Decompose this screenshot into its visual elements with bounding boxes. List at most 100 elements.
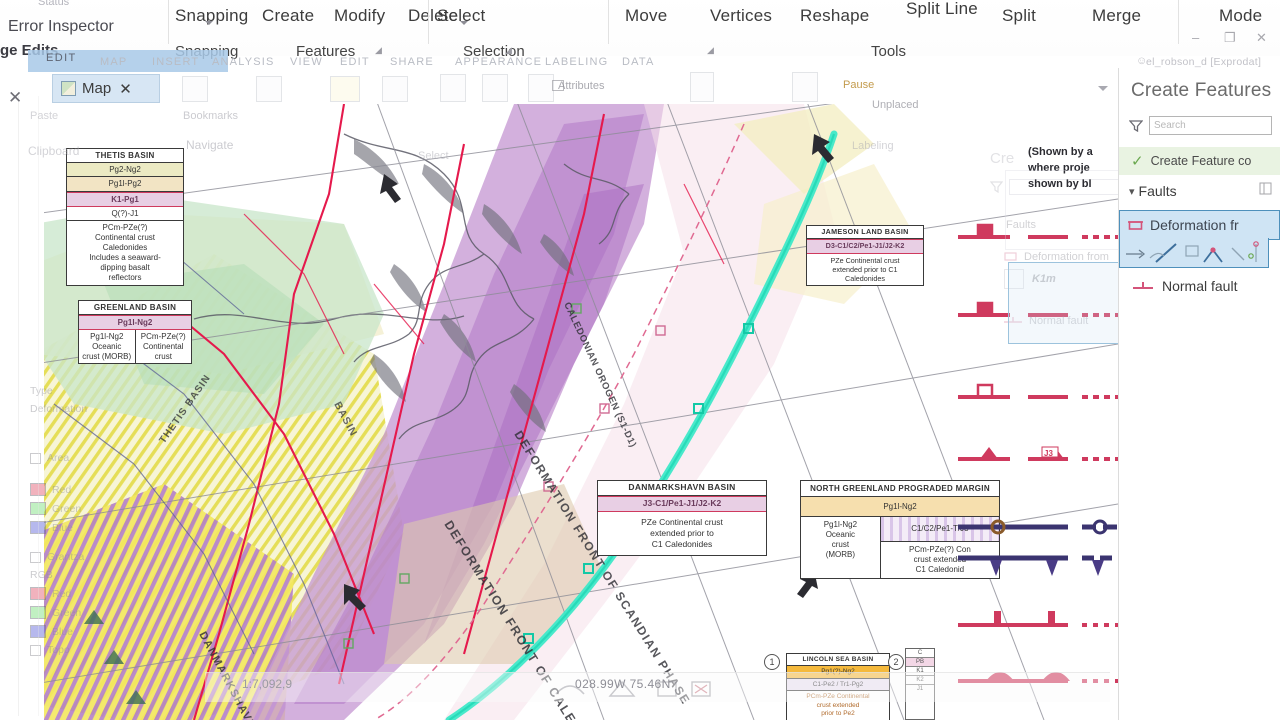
close-button[interactable]: ✕ <box>1256 30 1267 46</box>
legend-title: DANMARKSHAVN BASIN <box>598 481 766 496</box>
legend-box-greenland: GREENLAND BASIN Pg1l-Ng2 Pg1l-Ng2 Oceani… <box>78 300 192 365</box>
feature-template-deformation-front[interactable]: Deformation fr <box>1119 210 1280 240</box>
faults-group-header[interactable]: ▾ Faults <box>1119 175 1280 204</box>
ribbon-cmd-move[interactable]: Move <box>625 6 667 26</box>
legend-footer-line: crust <box>154 351 172 361</box>
template-label: Normal fault <box>1162 278 1238 294</box>
chevron-down-icon[interactable] <box>460 21 468 25</box>
legend-footer-line: (MORB) <box>825 550 856 560</box>
panel-search-row: Search <box>1119 102 1280 135</box>
svg-text:J3: J3 <box>1044 449 1053 458</box>
minimize-button[interactable]: – <box>1192 30 1199 45</box>
chevron-down-icon[interactable] <box>1098 86 1108 91</box>
legend-footer-line: extended prior to <box>650 527 714 538</box>
legend-footer-line: dipping basalt <box>100 262 150 272</box>
toolbar-icon[interactable] <box>440 74 466 102</box>
legend-title: JAMESON LAND BASIN <box>807 226 923 240</box>
tab-share[interactable]: SHARE <box>390 56 434 68</box>
user-icon: ☺ <box>1136 55 1148 67</box>
checkbox-icon[interactable] <box>30 551 41 563</box>
legend-box-thetis: THETIS BASIN Pg2-Ng2 Pg1l-Pg2 K1-Pg1 Q(?… <box>66 148 184 286</box>
tab-appearance[interactable]: APPEARANCE <box>455 56 542 68</box>
create-feature-completed-row[interactable]: ✓ Create Feature co <box>1119 147 1280 175</box>
band-label: Red <box>52 587 72 600</box>
tab-map[interactable]: MAP <box>100 56 127 68</box>
legend-row-highlight: Pg1l-Ng2 <box>79 315 191 331</box>
attributes-label[interactable]: Attributes <box>558 80 604 92</box>
tab-data[interactable]: DATA <box>622 56 655 68</box>
clipboard-label: Clipboard <box>28 144 80 158</box>
ribbon-cmd-merge[interactable]: Merge <box>1092 6 1141 26</box>
ribbon-cmd-split[interactable]: Split <box>1002 6 1036 26</box>
navigate-label: Navigate <box>186 138 234 152</box>
toolbar-icon[interactable] <box>792 72 818 102</box>
toolbar-icon[interactable] <box>382 76 408 102</box>
legend-footer-line: crust <box>831 540 850 550</box>
toolbar-icon[interactable] <box>690 72 714 102</box>
legend-row-highlight: J3-C1/Pe1-J1/J2-K2 <box>598 495 766 512</box>
ribbon-cmd-mode[interactable]: Mode <box>1219 6 1262 26</box>
tab-view[interactable]: VIEW <box>290 56 323 68</box>
map-tab-icon <box>61 81 76 96</box>
ribbon-cmd-split-line[interactable]: Split Line <box>906 0 978 18</box>
filter-icon[interactable] <box>1129 119 1143 132</box>
tab-analysis[interactable]: ANALYSIS <box>212 56 275 68</box>
ribbon-cmd-modify[interactable]: Modify <box>334 6 385 26</box>
toolbar-icon[interactable] <box>330 76 360 102</box>
document-tab-map[interactable]: Map ✕ <box>52 74 160 103</box>
construction-tools[interactable] <box>1119 238 1269 268</box>
legend-footer-line: Oceanic <box>92 341 122 351</box>
chevron-down-icon[interactable] <box>205 21 213 25</box>
legend-footer-line: reflectors <box>108 272 142 282</box>
band-label: Red <box>52 483 72 496</box>
list-view-icon[interactable] <box>1259 182 1272 200</box>
pause-label[interactable]: Pause <box>843 79 874 91</box>
close-icon[interactable]: ✕ <box>119 80 132 98</box>
tab-insert[interactable]: INSERT <box>152 56 199 68</box>
checkbox-icon[interactable] <box>30 452 41 464</box>
faults-group-label: Faults <box>1138 183 1177 199</box>
legend-footer-line: PZe Continental crust <box>830 255 900 265</box>
map-scale[interactable]: 1:7,092,9 <box>242 677 292 691</box>
feature-template-normal-fault[interactable]: Normal fault <box>1119 268 1280 298</box>
label-text: Type <box>30 385 53 397</box>
restore-button[interactable]: ❐ <box>1224 30 1236 46</box>
unplaced-label[interactable]: Unplaced <box>872 99 918 111</box>
band-label: Green <box>52 606 82 619</box>
label-text: Area <box>47 452 70 464</box>
legend-footer-line: extended prior to C1 <box>832 264 898 274</box>
legend-row-highlight: K1-Pg1 <box>67 191 183 207</box>
checkbox-icon[interactable] <box>30 644 41 656</box>
legend-footer-line: crust extended <box>816 701 860 709</box>
legend-footer-line: Caledonides <box>102 242 148 252</box>
attributes-icon <box>552 80 564 91</box>
ribbon-separator <box>168 0 169 44</box>
tab-labeling[interactable]: LABELING <box>545 56 608 68</box>
chevron-down-icon[interactable]: ▾ <box>1129 185 1135 198</box>
search-input[interactable]: Search <box>1149 116 1272 135</box>
legend-footer-line: Caledonides <box>845 273 885 283</box>
pane-divider <box>18 96 19 716</box>
legend-footer-line: Oceanic <box>825 530 856 540</box>
error-inspector-label[interactable]: Error Inspector <box>8 18 114 36</box>
ribbon-tabstrip: MAP INSERT ANALYSIS VIEW EDIT SHARE APPE… <box>0 52 1280 72</box>
close-pane-icon[interactable]: ✕ <box>8 88 22 108</box>
ribbon-separator <box>428 0 429 44</box>
toolbar-icon[interactable] <box>482 74 508 102</box>
account-label[interactable]: el_robson_d [Exprodat] <box>1146 56 1261 68</box>
toolbar-icon[interactable] <box>256 76 282 102</box>
ribbon-cmd-reshape[interactable]: Reshape <box>800 6 869 26</box>
toolbar-icon[interactable] <box>528 74 554 102</box>
ribbon-cmd-vertices[interactable]: Vertices <box>710 6 772 26</box>
band-label: Blue <box>52 625 74 638</box>
legend-row: Pg1l-Pg2 <box>67 177 183 192</box>
legend-footer-line: Pg1l-Ng2 <box>823 520 858 530</box>
legend-footer-line: prior to Pe2 <box>821 709 855 717</box>
tab-edit[interactable]: EDIT <box>340 56 370 68</box>
deformation-front-icon <box>1128 220 1143 230</box>
legend-row: Pg2-Ng2 <box>67 163 183 178</box>
legend-footer-line: PCm-PZe(?) <box>140 332 186 342</box>
status-tools[interactable] <box>540 672 740 706</box>
ribbon-cmd-create[interactable]: Create <box>262 6 314 26</box>
toolbar-icon[interactable] <box>182 76 208 102</box>
